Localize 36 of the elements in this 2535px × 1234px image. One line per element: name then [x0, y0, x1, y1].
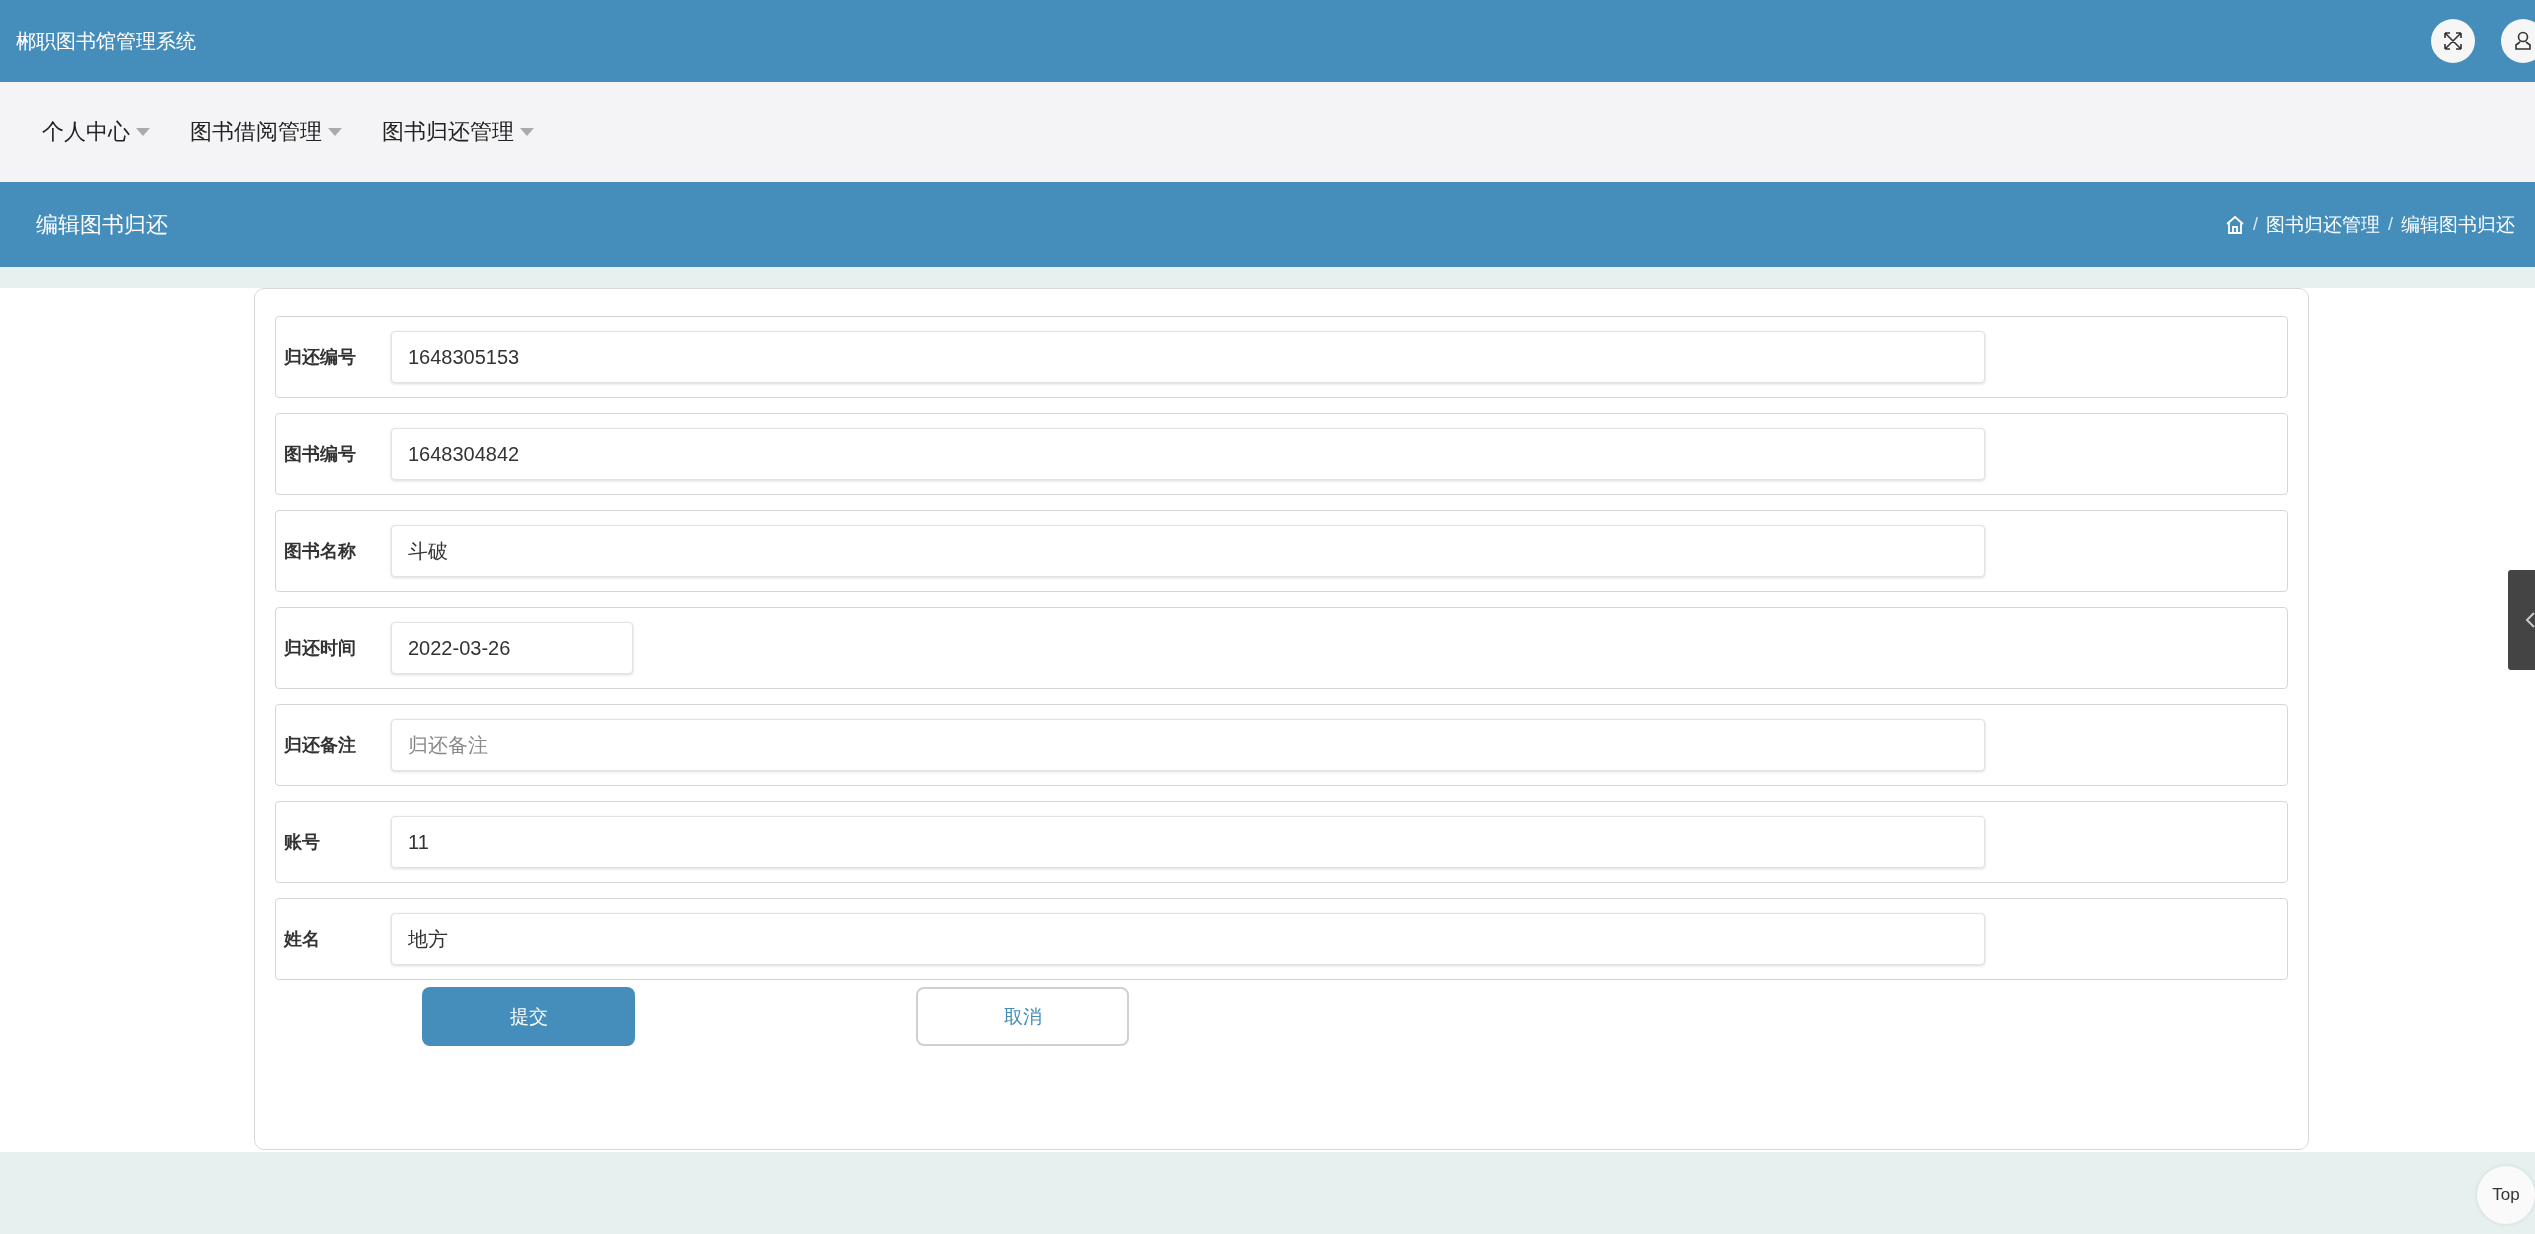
nav-menu[interactable]: 图书借阅管理 [190, 117, 342, 147]
input-field[interactable]: 11 [391, 816, 1985, 868]
back-to-top-button[interactable]: Top [2477, 1166, 2535, 1224]
breadcrumb-separator: / [2388, 214, 2393, 235]
fullscreen-icon [2442, 30, 2464, 52]
date-field[interactable]: 2022-03-26 [391, 622, 633, 674]
caret-icon [328, 128, 342, 136]
input-field[interactable]: 地方 [391, 913, 1985, 965]
nav-menu[interactable]: 图书归还管理 [382, 117, 534, 147]
submit-button[interactable]: 提交 [422, 987, 635, 1046]
field-label: 归还编号 [284, 346, 357, 369]
chevron-left-icon [2525, 611, 2535, 629]
input-field[interactable]: 归还备注 [391, 719, 1985, 771]
field-label: 图书名称 [284, 540, 357, 563]
user-icon [2512, 30, 2534, 52]
breadcrumb-item[interactable]: 图书归还管理 [2266, 211, 2380, 238]
field-label: 归还备注 [284, 734, 357, 757]
input-field[interactable]: 1648305153 [391, 331, 1985, 383]
input-field[interactable]: 斗破 [391, 525, 1985, 577]
fullscreen-button[interactable] [2431, 19, 2475, 63]
nav-menu[interactable]: 个人中心 [42, 117, 150, 147]
caret-icon [136, 128, 150, 136]
field-label: 姓名 [284, 928, 321, 951]
caret-icon [520, 128, 534, 136]
breadcrumb-item[interactable]: 编辑图书归还 [2401, 211, 2515, 238]
cancel-button[interactable]: 取消 [916, 987, 1129, 1046]
user-button[interactable] [2501, 19, 2535, 63]
page-title: 编辑图书归还 [36, 210, 168, 239]
side-panel-toggle[interactable] [2508, 570, 2535, 670]
input-field[interactable]: 1648304842 [391, 428, 1985, 480]
field-label: 归还时间 [284, 637, 357, 660]
app-title: 郴职图书馆管理系统 [16, 28, 197, 54]
field-label: 账号 [284, 831, 321, 854]
field-label: 图书编号 [284, 443, 357, 466]
home-icon[interactable] [2224, 214, 2245, 235]
breadcrumb-separator: / [2252, 214, 2258, 235]
